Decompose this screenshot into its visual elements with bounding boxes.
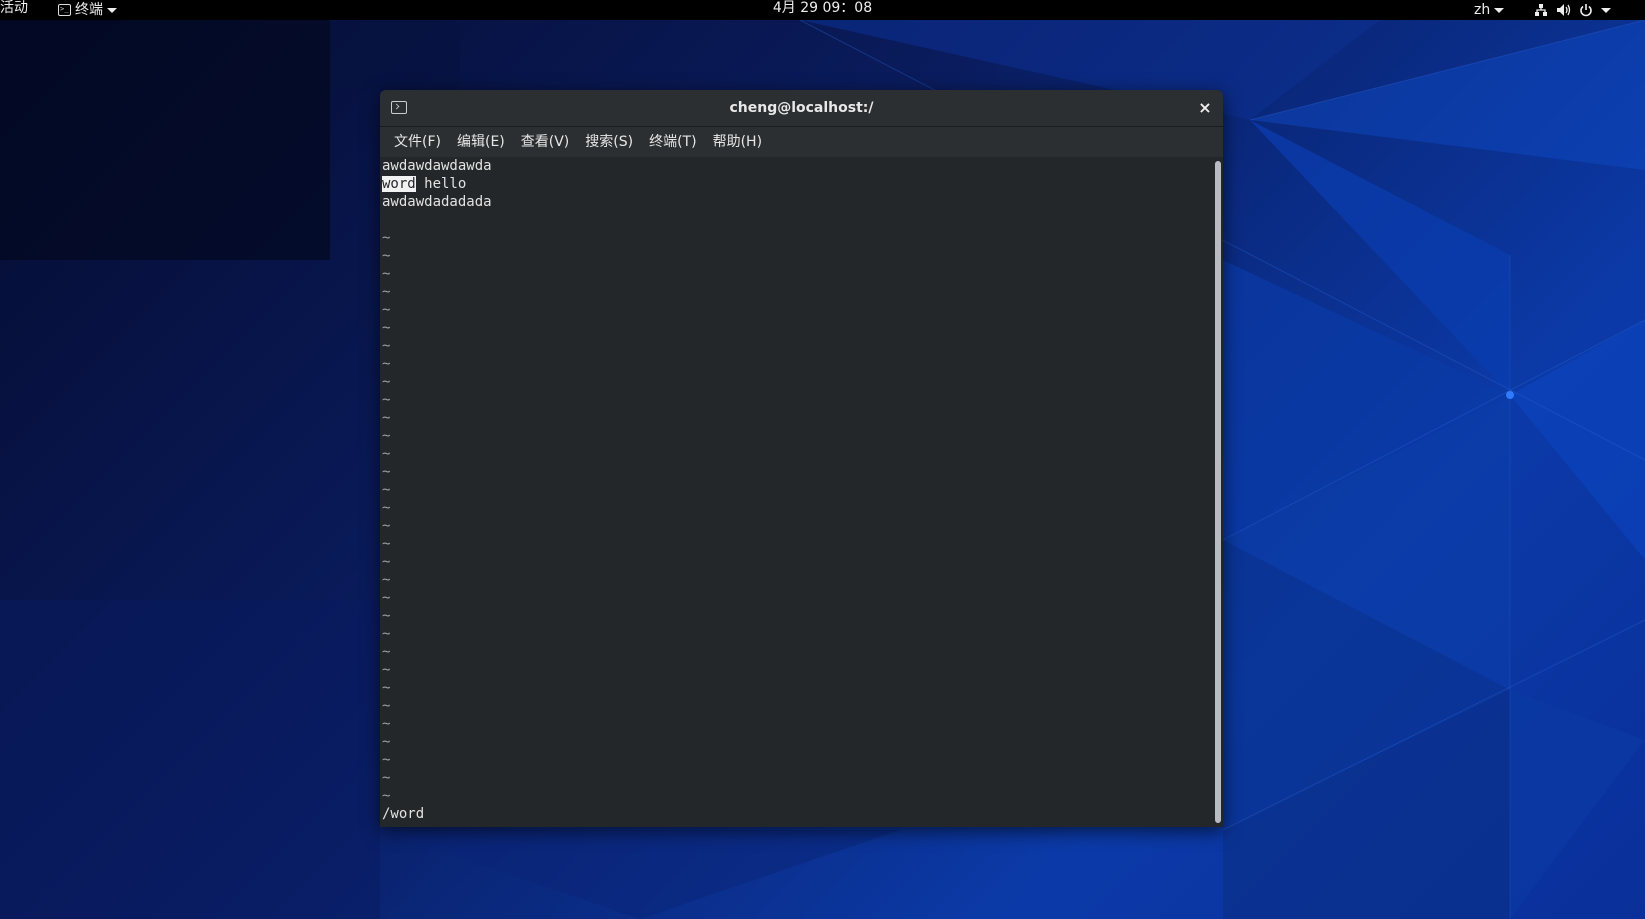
empty-line-tilde: ~ (382, 572, 391, 588)
empty-line-tilde: ~ (382, 752, 391, 768)
empty-line-tilde: ~ (382, 536, 391, 552)
text-line-2: word hello (382, 175, 466, 193)
empty-line-tilde: ~ (382, 428, 391, 444)
text-line-2-rest: hello (415, 176, 467, 192)
scrollbar[interactable] (1215, 161, 1221, 823)
language-label: zh (1474, 2, 1491, 18)
clock[interactable]: 4月 29 09：08 (773, 0, 872, 16)
empty-line-tilde: ~ (382, 248, 391, 264)
network-icon (1535, 4, 1547, 16)
empty-line-tilde: ~ (382, 716, 391, 732)
text-line-1: awdawdawdawda (382, 158, 492, 174)
app-menu-button[interactable]: >_ 终端 (58, 0, 117, 20)
empty-line-tilde: ~ (382, 410, 391, 426)
activities-button[interactable]: 活动 (0, 0, 28, 20)
chevron-down-icon (1494, 7, 1505, 13)
menu-terminal[interactable]: 终端(T) (641, 127, 704, 157)
empty-line-tilde: ~ (382, 482, 391, 498)
empty-line-tilde: ~ (382, 338, 391, 354)
menu-view[interactable]: 查看(V) (513, 127, 578, 157)
terminal-window[interactable]: cheng@localhost:/ × 文件(F) 编辑(E) 查看(V) 搜索… (380, 90, 1223, 827)
empty-line-tilde: ~ (382, 608, 391, 624)
app-name: 终端 (75, 2, 103, 18)
menu-search[interactable]: 搜索(S) (577, 127, 641, 157)
scrollbar-thumb[interactable] (1215, 161, 1221, 823)
empty-line-tilde: ~ (382, 374, 391, 390)
menu-edit[interactable]: 编辑(E) (449, 127, 513, 157)
empty-line-tilde: ~ (382, 698, 391, 714)
system-status-menu[interactable] (1534, 0, 1611, 20)
volume-icon (1557, 4, 1571, 16)
menu-bar: 文件(F) 编辑(E) 查看(V) 搜索(S) 终端(T) 帮助(H) (380, 127, 1223, 157)
text-line-3: awdawdadadada (382, 194, 492, 210)
terminal-icon: >_ (58, 4, 71, 16)
empty-line-tilde: ~ (382, 770, 391, 786)
empty-line-tilde: ~ (382, 464, 391, 480)
empty-line-tilde: ~ (382, 500, 391, 516)
empty-line-tilde: ~ (382, 356, 391, 372)
empty-line-tilde: ~ (382, 662, 391, 678)
empty-line-tilde: ~ (382, 518, 391, 534)
empty-line-tilde: ~ (382, 446, 391, 462)
chevron-down-icon (107, 7, 117, 13)
empty-line-tilde: ~ (382, 626, 391, 642)
close-button[interactable]: × (1195, 98, 1215, 118)
window-title: cheng@localhost:/ (729, 100, 874, 116)
empty-line-tilde: ~ (382, 554, 391, 570)
empty-line-tilde: ~ (382, 680, 391, 696)
menu-help[interactable]: 帮助(H) (705, 127, 770, 157)
empty-line-tilde: ~ (382, 392, 391, 408)
empty-line-tilde: ~ (382, 302, 391, 318)
empty-line-tilde: ~ (382, 266, 391, 282)
chevron-down-icon (1601, 7, 1611, 13)
empty-line-tilde: ~ (382, 788, 391, 804)
empty-line-tilde: ~ (382, 590, 391, 606)
terminal-content[interactable]: awdawdawdawda word hello awdawdadadada ~… (380, 157, 1211, 827)
window-titlebar[interactable]: cheng@localhost:/ × (380, 90, 1223, 127)
top-bar: 活动 >_ 终端 4月 29 09：08 zh (0, 0, 1645, 20)
empty-line-tilde: ~ (382, 644, 391, 660)
input-language-button[interactable]: zh (1474, 0, 1505, 20)
command-line[interactable]: /word (382, 805, 424, 823)
empty-line-tilde: ~ (382, 284, 391, 300)
menu-file[interactable]: 文件(F) (386, 127, 449, 157)
power-icon (1580, 4, 1592, 17)
search-match-highlight: word (382, 176, 416, 192)
empty-line-tilde: ~ (382, 734, 391, 750)
empty-line-tilde: ~ (382, 230, 391, 246)
clock-container: 4月 29 09：08 (0, 0, 1645, 20)
empty-line-tilde: ~ (382, 320, 391, 336)
